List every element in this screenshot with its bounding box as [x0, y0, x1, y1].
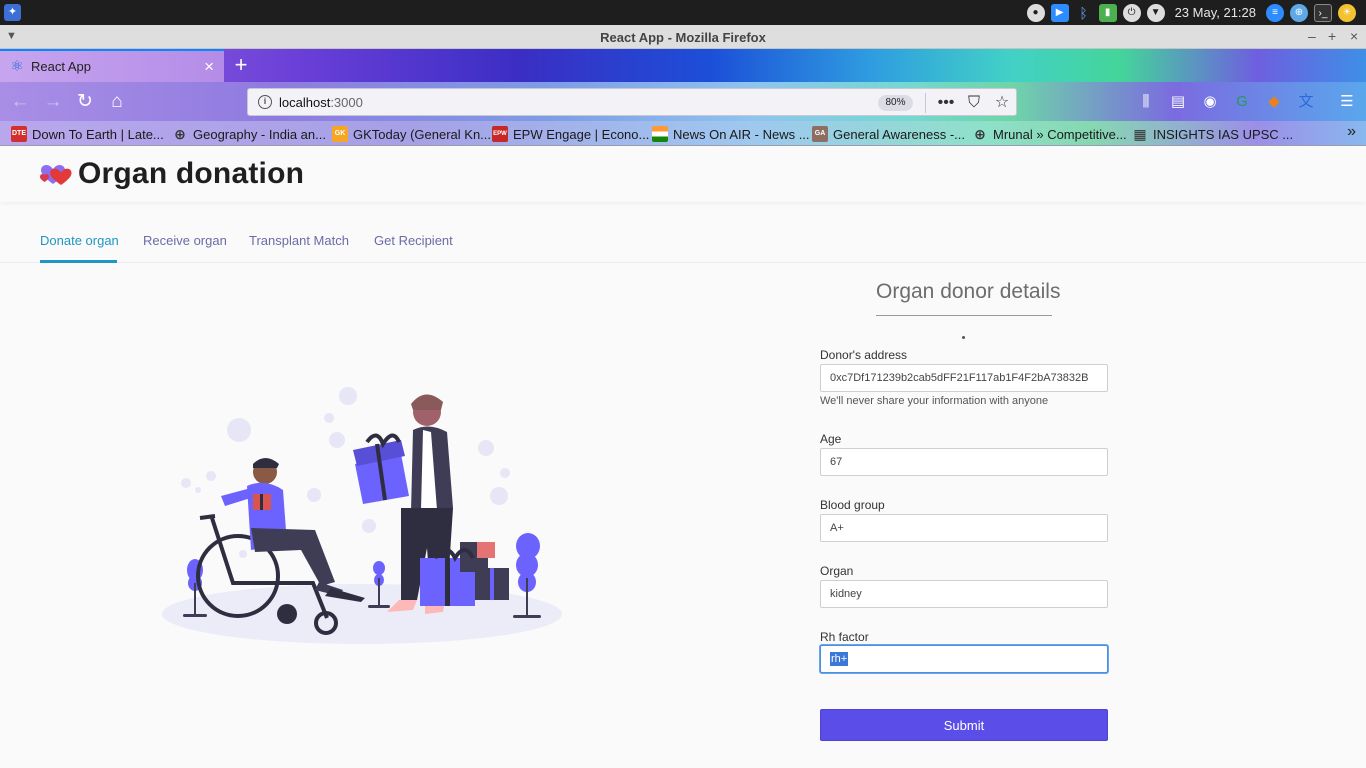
terminal-icon[interactable]: ›_ [1314, 3, 1332, 22]
close-tab-icon[interactable]: × [204, 57, 214, 77]
app-title: Organ donation [78, 157, 305, 190]
rh-factor-label: Rh factor [820, 630, 869, 644]
forward-button[interactable]: → [41, 90, 65, 114]
age-label: Age [820, 432, 842, 446]
close-window-icon[interactable]: × [1350, 28, 1358, 44]
vpn-icon[interactable]: ▼ [1146, 3, 1165, 22]
system-tray: ● ▶ ᛒ ▮ ⏻ ▼ 23 May, 21:28 ≡ ⊕ ›_ ☀ [1026, 3, 1356, 22]
grid-icon: ▦ [1133, 126, 1147, 142]
url-bar[interactable]: i localhost:3000 80% ••• ⛉ ☆ [247, 88, 1017, 116]
india-flag-icon [652, 126, 668, 142]
address-help-text: We'll never share your information with … [820, 395, 1049, 407]
bookmark-label: Down To Earth | Late... [32, 126, 164, 142]
globe-icon: ⊕ [174, 126, 186, 142]
bookmark-item[interactable]: ⊕ Geography - India an... [172, 125, 326, 143]
workspace-icon[interactable]: ≡ [1266, 3, 1284, 22]
sidebar-icon[interactable]: ▤ [1167, 91, 1189, 113]
tab-donate-organ[interactable]: Donate organ [40, 233, 119, 248]
bookmark-label: General Awareness -... [833, 126, 965, 142]
gktoday-icon: GK [332, 126, 348, 142]
bookmark-item[interactable]: News On AIR - News ... [652, 125, 810, 143]
account-icon[interactable]: ◉ [1199, 91, 1221, 113]
tab-receive-organ[interactable]: Receive organ [143, 233, 227, 248]
bookmark-item[interactable]: DTE Down To Earth | Late... [11, 125, 164, 143]
url-text[interactable]: localhost:3000 [279, 95, 363, 110]
window-title: React App - Mozilla Firefox [600, 30, 766, 45]
navigation-toolbar: ← → ↻ ⌂ i localhost:3000 80% ••• ⛉ ☆ ⫼ ▤… [0, 82, 1366, 121]
page-actions-icon[interactable]: ••• [935, 92, 957, 114]
app-header: Organ donation [0, 146, 1366, 202]
browser-tab[interactable]: ⚛ React App × [0, 49, 224, 82]
bookmark-label: News On AIR - News ... [673, 126, 810, 142]
reload-button[interactable]: ↻ [73, 90, 97, 114]
app-tabs: Donate organ Receive organ Transplant Ma… [0, 226, 1366, 263]
grammarly-icon[interactable]: G [1231, 91, 1253, 113]
epw-icon: EPW [492, 126, 508, 142]
minimize-icon[interactable]: – [1308, 28, 1316, 44]
organ-label: Organ [820, 564, 854, 578]
submit-button[interactable]: Submit [820, 709, 1108, 741]
notification-icon[interactable]: ● [1026, 3, 1045, 22]
globe-icon: ⊕ [974, 126, 986, 142]
tab-title: React App [31, 59, 91, 74]
bookmark-label: Geography - India an... [193, 126, 326, 142]
maximize-icon[interactable]: + [1328, 28, 1336, 44]
tab-get-recipient[interactable]: Get Recipient [374, 233, 453, 248]
web-page: Organ donation Donate organ Receive orga… [0, 146, 1366, 768]
bookmark-item[interactable]: EPW EPW Engage | Econo... [492, 125, 649, 143]
clock[interactable]: 23 May, 21:28 [1175, 5, 1256, 20]
donor-address-label: Donor's address [820, 348, 907, 362]
donation-illustration [162, 387, 562, 644]
window-title-bar: ▼ React App - Mozilla Firefox – + × [0, 25, 1366, 49]
bookmark-label: INSIGHTS IAS UPSC ... [1153, 126, 1294, 142]
app-menu-icon[interactable]: ✦ [4, 4, 21, 21]
url-host: localhost [279, 95, 331, 110]
bookmark-item[interactable]: ▦ INSIGHTS IAS UPSC ... [1132, 125, 1293, 143]
blood-group-label: Blood group [820, 498, 885, 512]
age-input[interactable] [820, 448, 1108, 476]
bookmark-label: EPW Engage | Econo... [513, 126, 650, 142]
blood-group-input[interactable] [820, 514, 1108, 542]
new-tab-button[interactable]: + [230, 52, 252, 78]
form-title: Organ donor details [876, 280, 1061, 303]
os-top-bar: ✦ ● ▶ ᛒ ▮ ⏻ ▼ 23 May, 21:28 ≡ ⊕ ›_ ☀ [0, 0, 1366, 25]
url-bar-divider [925, 93, 926, 113]
bookmark-item[interactable]: GA General Awareness -... [812, 125, 965, 143]
more-bookmarks-icon[interactable]: » [1347, 123, 1356, 141]
globe-icon[interactable]: ⊕ [1290, 3, 1308, 22]
back-button[interactable]: ← [8, 90, 32, 114]
general-awareness-icon: GA [812, 126, 828, 142]
bookmark-label: Mrunal » Competitive... [993, 126, 1127, 142]
pocket-icon[interactable]: ⛉ [963, 92, 985, 114]
url-port: :3000 [330, 95, 363, 110]
library-icon[interactable]: ⫼ [1135, 91, 1157, 113]
bookmark-item[interactable]: ⊕ Mrunal » Competitive... [972, 125, 1127, 143]
react-icon: ⚛ [10, 58, 24, 75]
zoom-level-badge[interactable]: 80% [878, 95, 913, 111]
translate-icon[interactable]: 文 [1295, 91, 1317, 113]
site-info-icon[interactable]: i [258, 95, 272, 109]
weather-icon[interactable]: ☀ [1338, 3, 1356, 22]
bookmark-label: GKToday (General Kn... [353, 126, 492, 142]
active-tab-indicator [40, 260, 117, 263]
tab-transplant-match[interactable]: Transplant Match [249, 233, 349, 248]
rh-factor-input[interactable] [820, 645, 1108, 673]
hamburger-menu-icon[interactable]: ☰ [1336, 91, 1358, 113]
dte-icon: DTE [11, 126, 27, 142]
power-icon[interactable]: ⏻ [1122, 3, 1141, 22]
loading-dot [962, 336, 965, 339]
donor-address-input[interactable] [820, 364, 1108, 392]
hearts-logo-icon [40, 165, 72, 185]
bookmarks-bar: DTE Down To Earth | Late... ⊕ Geography … [0, 121, 1366, 146]
bookmark-item[interactable]: GK GKToday (General Kn... [332, 125, 491, 143]
tab-strip: ⚛ React App × + [0, 49, 1366, 82]
bookmark-star-icon[interactable]: ☆ [991, 92, 1013, 114]
bluetooth-icon[interactable]: ᛒ [1075, 4, 1093, 22]
zoom-icon[interactable]: ▶ [1050, 3, 1069, 22]
organ-input[interactable] [820, 580, 1108, 608]
metamask-icon[interactable]: ◆ [1263, 91, 1285, 113]
form-title-underline [876, 315, 1052, 316]
network-icon[interactable]: ▮ [1098, 3, 1117, 22]
home-button[interactable]: ⌂ [105, 90, 129, 114]
